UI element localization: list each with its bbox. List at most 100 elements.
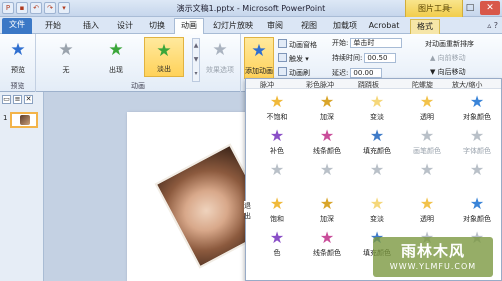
effect-label: 对象颜色 — [463, 215, 491, 223]
tab-transitions[interactable]: 切换 — [144, 19, 170, 34]
tab-view[interactable]: 视图 — [296, 19, 322, 34]
tab-format[interactable]: 格式 — [410, 19, 440, 34]
effect-item[interactable]: ★ 透明 — [402, 193, 452, 226]
animation-painter-icon — [278, 67, 287, 76]
effect-item[interactable]: ★ 画笔颜色 — [402, 125, 452, 158]
tab-file[interactable]: 文件 — [2, 18, 32, 34]
effect-label: 补色 — [270, 147, 284, 155]
add-animation-label: 添加动画 — [245, 67, 273, 75]
tab-review[interactable]: 审阅 — [262, 19, 288, 34]
effect-star-icon: ★ — [469, 126, 485, 145]
effect-label: 画笔颜色 — [413, 147, 441, 155]
tab-home[interactable]: 开始 — [40, 19, 66, 34]
close-icon[interactable]: ✕ — [480, 1, 500, 15]
effect-item[interactable]: ★ 加深 — [302, 91, 352, 124]
effect-item[interactable]: ★ — [252, 159, 302, 192]
tab-slideshow[interactable]: 幻灯片放映 — [208, 19, 258, 34]
effect-options-label: 效果选项 — [206, 66, 234, 74]
tab-insert[interactable]: 插入 — [78, 19, 104, 34]
animation-pane-button[interactable]: 动画窗格 — [278, 39, 317, 50]
effect-item[interactable]: ★ 对象颜色 — [452, 91, 502, 124]
animation-appear-button[interactable]: ★ 出现 — [100, 37, 132, 77]
slides-tab-icon[interactable]: ▭ — [2, 95, 11, 104]
gallery-header-row: 脉冲 彩色脉冲 跷跷板 陀螺旋 放大/缩小 — [246, 79, 501, 89]
effect-item[interactable]: ★ 线条颜色 — [302, 125, 352, 158]
effect-item[interactable]: ★ 线条颜色 — [302, 227, 352, 260]
effect-item[interactable]: ★ 字体颜色 — [452, 125, 502, 158]
tab-design[interactable]: 设计 — [112, 19, 138, 34]
watermark-url: WWW.YLMFU.COM — [389, 262, 477, 271]
effect-label: 色 — [273, 249, 281, 257]
effect-star-icon: ★ — [319, 194, 335, 213]
reorder-title: 对动画重新排序 — [425, 40, 474, 48]
move-later-label: 向后移动 — [437, 68, 466, 76]
effect-item[interactable]: ★ — [402, 159, 452, 192]
effect-item[interactable]: ★ 对象颜色 — [452, 193, 502, 226]
effect-star-icon: ★ — [419, 194, 435, 213]
group-preview: ★ 预览 预览 — [0, 34, 36, 92]
add-animation-button[interactable]: ★ 添加动画 — [244, 37, 274, 79]
outline-tab-icon[interactable]: ≡ — [13, 95, 22, 104]
effect-star-icon: ★ — [319, 92, 335, 111]
slide-thumbnail[interactable] — [10, 112, 38, 128]
effect-item[interactable]: ★ — [452, 159, 502, 192]
effect-label: 透明 — [420, 215, 434, 223]
start-row: 开始: 单击时 — [332, 38, 403, 48]
gallery-scroll[interactable]: ▲ ▼ ▾ — [192, 38, 200, 82]
effect-label: 填充颜色 — [363, 147, 391, 155]
header-grow-shrink: 放大/缩小 — [452, 81, 483, 89]
effect-label: 变淡 — [370, 215, 384, 223]
move-later-button[interactable]: ▼ 向后移动 — [430, 67, 466, 77]
effect-star-icon: ★ — [419, 92, 435, 111]
animation-painter-button[interactable]: 动画刷 — [278, 67, 310, 78]
preview-star-icon: ★ — [10, 40, 26, 60]
start-label: 开始: — [332, 39, 349, 47]
effect-item[interactable]: ★ 透明 — [402, 91, 452, 124]
effect-item[interactable]: ★ 加深 — [302, 193, 352, 226]
effect-item[interactable]: ★ 变淡 — [352, 91, 402, 124]
duration-row: 持续时间: 00.50 — [332, 53, 397, 63]
trigger-button[interactable]: 触发 ▾ — [278, 53, 309, 64]
animation-fade-button[interactable]: ★ 淡出 — [144, 37, 184, 77]
header-teeter: 跷跷板 — [358, 81, 379, 89]
effect-item[interactable]: ★ — [302, 159, 352, 192]
window-controls: – □ ✕ — [440, 1, 500, 15]
move-earlier-button[interactable]: ▲ 向前移动 — [430, 53, 466, 63]
animation-none-button[interactable]: ★ 无 — [50, 37, 82, 77]
effect-star-icon: ★ — [469, 160, 485, 179]
trigger-label: 触发 — [289, 55, 303, 63]
maximize-icon[interactable]: □ — [460, 1, 480, 15]
start-select[interactable]: 单击时 — [350, 38, 403, 48]
exit-section-label: 退出 — [244, 201, 254, 220]
duration-input[interactable]: 00.50 — [364, 53, 397, 63]
close-panel-icon[interactable]: ✕ — [24, 95, 33, 104]
help-icon[interactable]: ▵ ? — [487, 21, 498, 30]
effect-label: 透明 — [420, 113, 434, 121]
effect-item[interactable]: ★ 饱和 — [252, 193, 302, 226]
header-pulse: 脉冲 — [260, 81, 274, 89]
effect-star-icon: ★ — [369, 92, 385, 111]
tab-animations[interactable]: 动画 — [174, 18, 204, 34]
tab-acrobat[interactable]: Acrobat — [366, 19, 402, 34]
effect-label: 线条颜色 — [313, 147, 341, 155]
effect-item[interactable]: ★ 不饱和 — [252, 91, 302, 124]
effect-options-button[interactable]: ★ 效果选项 — [202, 37, 238, 77]
preview-button[interactable]: ★ 预览 — [2, 37, 34, 77]
group-label-animation: 动画 — [131, 82, 145, 90]
delay-label: 延迟: — [332, 69, 349, 77]
effect-star-icon: ★ — [419, 126, 435, 145]
effect-star-icon: ★ — [419, 160, 435, 179]
tab-addins[interactable]: 加载项 — [328, 19, 362, 34]
effect-item[interactable]: ★ 填充颜色 — [352, 125, 402, 158]
group-label-preview: 预览 — [10, 82, 25, 90]
delay-input[interactable]: 00.00 — [350, 68, 383, 78]
minimize-icon[interactable]: – — [440, 1, 460, 15]
title-bar: P ▪ ↶ ↷ ▾ 演示文稿1.pptx - Microsoft PowerPo… — [0, 0, 502, 17]
effect-item[interactable]: ★ 补色 — [252, 125, 302, 158]
animation-pane-icon — [278, 39, 287, 48]
effect-item[interactable]: ★ 变淡 — [352, 193, 402, 226]
thumbnail-image — [20, 115, 30, 125]
effect-item[interactable]: ★ — [352, 159, 402, 192]
header-spin: 陀螺旋 — [412, 81, 433, 89]
effect-item[interactable]: ★ 色 — [252, 227, 302, 260]
